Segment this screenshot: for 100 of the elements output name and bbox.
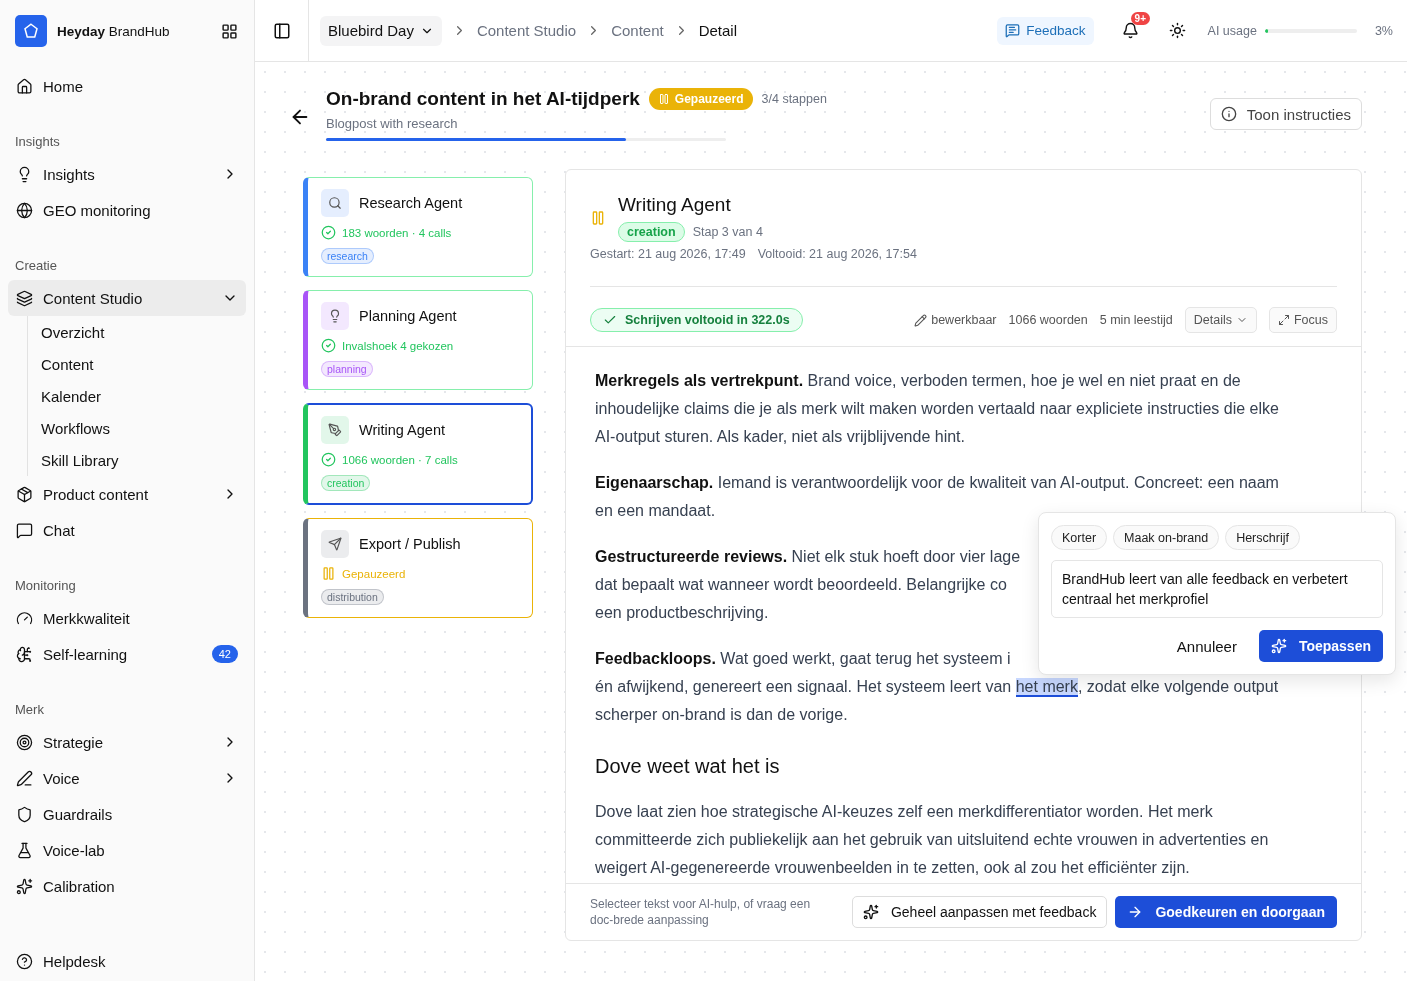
text-line: en een mandaat.: [595, 501, 716, 521]
suggestion-chip[interactable]: Herschrijf: [1225, 525, 1300, 550]
pen-icon: [16, 769, 33, 787]
section-heading: Monitoring: [15, 577, 77, 595]
pencil-icon: [914, 313, 928, 327]
agent-status: Gepauzeerd: [342, 567, 406, 580]
sidebar-item[interactable]: Chat: [8, 512, 246, 548]
instructions-button[interactable]: Toon instructies: [1209, 98, 1362, 130]
sidebar-item[interactable]: GEO monitoring: [8, 192, 246, 228]
agent-status: 183 woorden · 4 calls: [342, 226, 452, 239]
agent-card[interactable]: Export / Publish Gepauzeerd distribution: [303, 518, 533, 618]
end-time: Voltooid: 21 aug 2026, 17:54: [757, 247, 917, 261]
page-subtitle: Blogpost with research: [326, 116, 459, 131]
agent-status: 1066 woorden · 7 calls: [342, 453, 458, 466]
sun-icon[interactable]: [1168, 22, 1186, 39]
chat-icon: [16, 521, 33, 539]
text-line: Merkregels als vertrekpunt. Brand voice, verboden termen, hoe je wel en niet praat en de: [595, 371, 1241, 391]
check-icon: [603, 313, 617, 327]
section-heading: Merk: [15, 701, 45, 719]
search-icon: [321, 189, 349, 217]
text-line: scherper on-brand is dan de vorige.: [595, 705, 848, 725]
agent-card[interactable]: Planning Agent Invalshoek 4 gekozen planning: [303, 290, 533, 390]
section-heading: Creatie: [15, 257, 58, 275]
details-dropdown[interactable]: Details: [1184, 307, 1257, 333]
sidebar-item[interactable]: Product content: [8, 476, 246, 512]
layers-icon: [16, 289, 33, 307]
lightbulb-icon: [321, 302, 349, 330]
agent-card[interactable]: Writing Agent 1066 woorden · 7 calls creation: [303, 403, 533, 505]
pause-icon: [590, 210, 606, 226]
grid-icon[interactable]: [221, 22, 238, 40]
breadcrumb-link[interactable]: Content: [611, 22, 664, 39]
sidebar-item[interactable]: Strategie: [8, 724, 246, 760]
focus-button[interactable]: Focus: [1268, 307, 1337, 333]
text-line: Gestructureerde reviews. Niet elk stuk hoeft door vier lage: [595, 547, 1021, 567]
pen-tool-icon: [321, 416, 349, 444]
revise-button[interactable]: Geheel aanpassen met feedback: [851, 896, 1108, 928]
agent-name: Export / Publish: [359, 536, 461, 552]
sidebar-subitem[interactable]: Kalender: [40, 380, 246, 412]
text-line: Eigenaarschap. Iemand is verantwoordelijk voor de kwaliteit van AI-output. Concreet: een naam: [595, 473, 1279, 493]
editable-label: bewerkbaar: [914, 313, 997, 327]
approve-button[interactable]: Goedkeuren en doorgaan: [1115, 896, 1337, 928]
logo-icon: [15, 15, 47, 47]
cancel-button[interactable]: Annuleer: [1170, 636, 1243, 656]
sidebar-item[interactable]: Guardrails: [8, 796, 246, 832]
text-line: Feedbackloops. Wat goed werkt, gaat terug het systeem i: [595, 649, 1011, 669]
text-line: én afwijkend, genereert een signaal. Het systeem leert van het merk, zodat elke volgende output: [595, 677, 1279, 699]
sidebar-item[interactable]: Calibration: [8, 868, 246, 904]
bell-icon[interactable]: [1121, 22, 1139, 39]
brain-icon: [16, 645, 33, 663]
sidebar-item[interactable]: Helpdesk: [8, 943, 246, 979]
notification-badge: 9+: [1130, 12, 1150, 25]
sidebar-subitem[interactable]: Content: [40, 348, 246, 380]
target-icon: [16, 733, 33, 751]
text-line: committeerde zich publiekelijk aan het gebruik van uitsluitend echte vrouwen in advertenties en: [595, 830, 1269, 850]
globe-icon: [16, 201, 33, 219]
workspace-dropdown[interactable]: Bluebird Day: [320, 15, 442, 46]
feedback-button[interactable]: Feedback: [997, 16, 1094, 45]
send-icon: [321, 530, 349, 558]
message-icon: [1005, 23, 1021, 38]
sidebar-subitem[interactable]: Overzicht: [40, 316, 246, 348]
instruction-field[interactable]: BrandHub leert van alle feedback en verbetert centraal het merkprofiel: [1051, 560, 1383, 618]
apply-button[interactable]: Toepassen: [1258, 630, 1383, 662]
agent-tag: research: [321, 248, 374, 264]
brand-name: Heyday BrandHub: [57, 23, 171, 39]
shield-icon: [16, 805, 33, 823]
agent-name: Writing Agent: [359, 422, 445, 438]
sidebar-item[interactable]: Home: [8, 68, 246, 104]
usage-label: AI usage: [1207, 23, 1257, 38]
word-count: 1066 woorden: [1008, 313, 1088, 327]
sparkles-icon: [16, 877, 33, 895]
suggestion-chip[interactable]: Korter: [1051, 525, 1108, 550]
breadcrumb-link[interactable]: Detail: [698, 22, 738, 39]
agent-status: Invalshoek 4 gekozen: [342, 339, 454, 352]
agent-tag: planning: [321, 361, 373, 377]
sidebar-item[interactable]: Self-learning 42: [8, 636, 246, 672]
text-line: AI-output sturen. Als kader, niet als vrijblijvende hint.: [595, 427, 965, 447]
gauge-icon: [16, 609, 33, 627]
stage-tag: creation: [618, 222, 685, 242]
status-badge: Gepauzeerd: [648, 88, 753, 110]
package-icon: [16, 485, 33, 503]
expand-icon: [1277, 314, 1290, 326]
sidebar-toggle-icon[interactable]: [272, 21, 291, 40]
sidebar-item[interactable]: Content Studio: [8, 280, 246, 316]
sidebar-subitem[interactable]: Workflows: [40, 412, 246, 444]
agent-name: Planning Agent: [359, 308, 457, 324]
start-time: Gestart: 21 aug 2026, 17:49: [590, 247, 746, 261]
agent-tag: distribution: [321, 589, 384, 605]
sidebar-item[interactable]: Voice: [8, 760, 246, 796]
breadcrumb-link[interactable]: Content Studio: [476, 22, 577, 39]
sidebar-item[interactable]: Merkkwaliteit: [8, 600, 246, 636]
suggestion-chip[interactable]: Maak on-brand: [1113, 525, 1220, 550]
home-icon: [16, 77, 33, 95]
sidebar-subitem[interactable]: Skill Library: [40, 444, 246, 476]
detail-title: Writing Agent: [618, 194, 732, 216]
info-icon: [1220, 106, 1237, 122]
sidebar-item[interactable]: Voice-lab: [8, 832, 246, 868]
page-title: On-brand content in het AI-tijdperk: [326, 88, 640, 110]
text-line: dat bepaalt wat wanneer wordt beoordeeld. Belangrijke co: [595, 575, 1007, 595]
sidebar-item[interactable]: Insights: [8, 156, 246, 192]
agent-card[interactable]: Research Agent 183 woorden · 4 calls research: [303, 177, 533, 277]
